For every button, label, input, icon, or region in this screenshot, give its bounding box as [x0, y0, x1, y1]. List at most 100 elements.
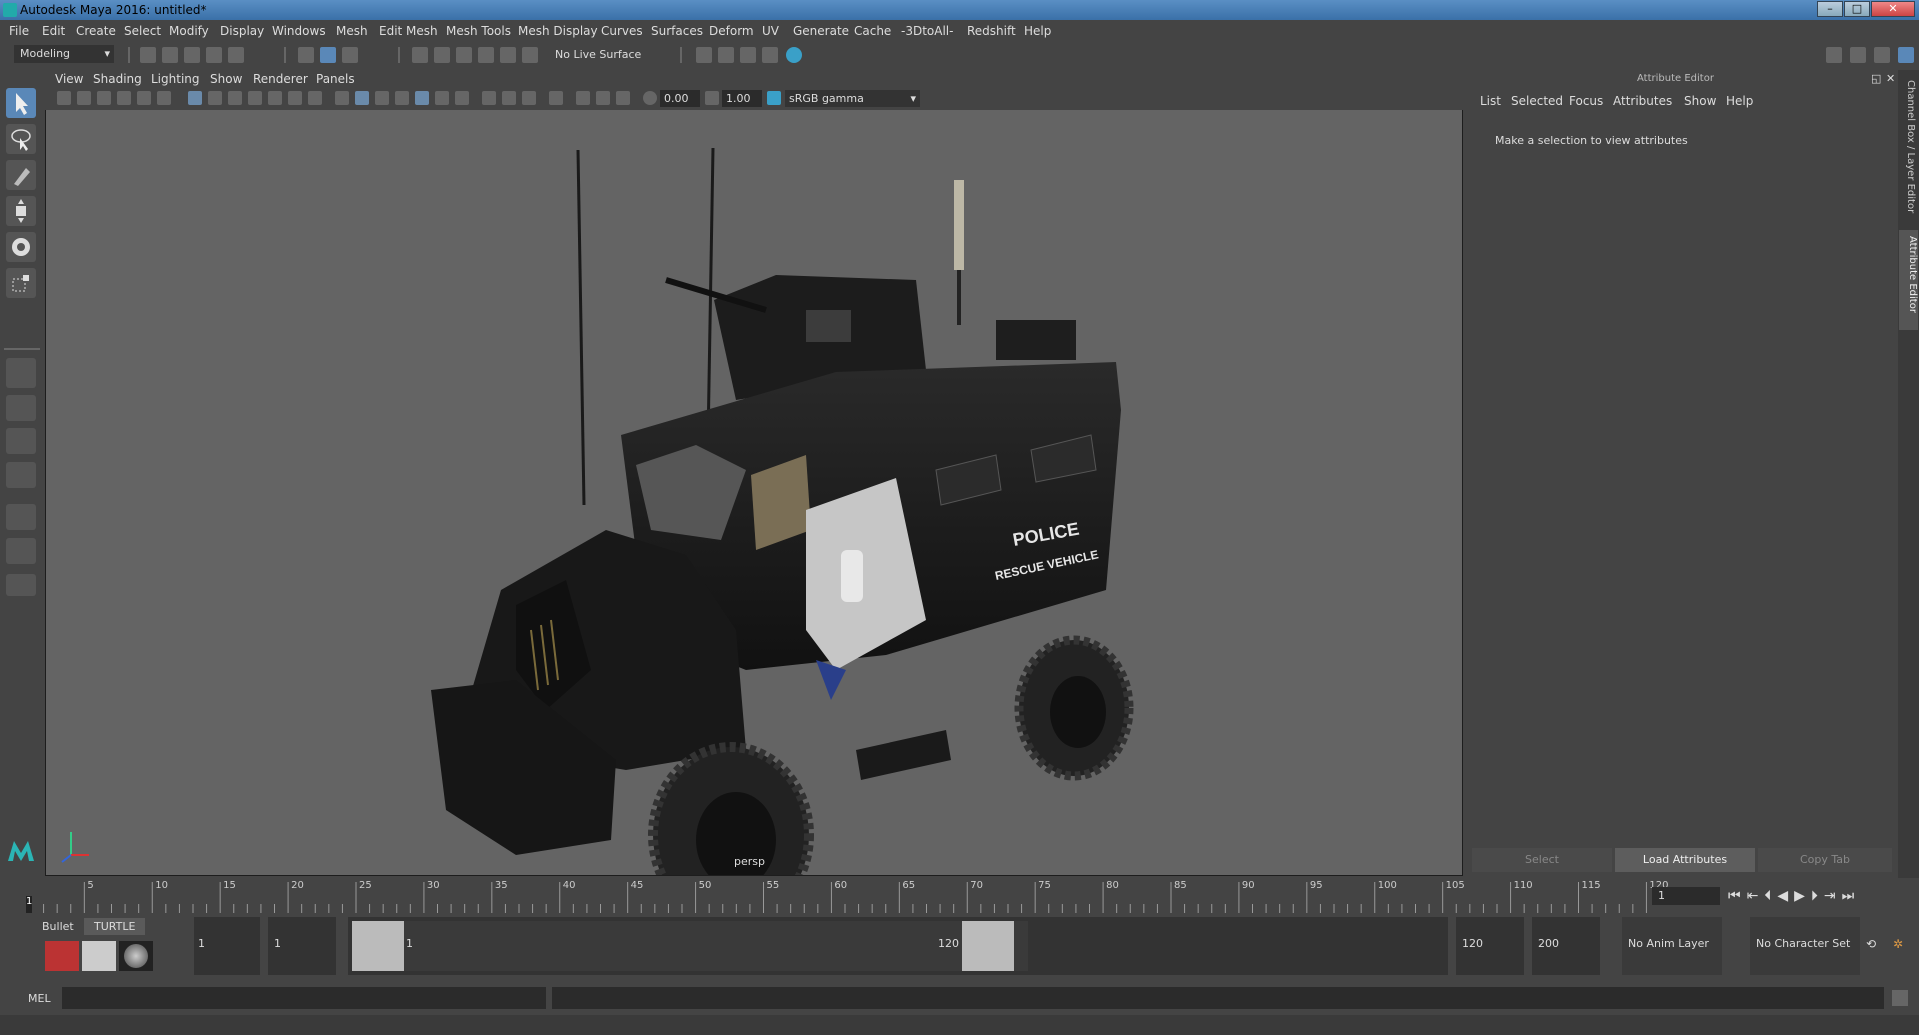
custom-layout-icon[interactable]: [6, 574, 36, 596]
bookmark-icon[interactable]: [97, 91, 111, 105]
menu-display[interactable]: Display: [220, 24, 264, 38]
ae-copy-tab-button[interactable]: Copy Tab: [1758, 848, 1892, 872]
step-forward-frame-icon[interactable]: ⏵: [1811, 888, 1824, 904]
safe-action-icon[interactable]: [288, 91, 302, 105]
menu-set-dropdown[interactable]: Modeling ▾: [14, 45, 114, 63]
range-start-handle[interactable]: [352, 921, 404, 971]
undo-icon[interactable]: [206, 47, 222, 63]
grid-icon[interactable]: [188, 91, 202, 105]
render-frame-icon[interactable]: [718, 47, 734, 63]
play-forward-icon[interactable]: ▶: [1794, 888, 1811, 904]
menu-surfaces[interactable]: Surfaces: [651, 24, 703, 38]
camera-icon[interactable]: [57, 91, 71, 105]
attribute-editor-toggle-icon[interactable]: [1850, 47, 1866, 63]
vp-menu-view[interactable]: View: [55, 72, 83, 86]
menu-curves[interactable]: Curves: [601, 24, 643, 38]
safe-title-icon[interactable]: [308, 91, 322, 105]
persp-outliner-layout-icon[interactable]: [6, 428, 36, 454]
playback-end-field[interactable]: 120: [1456, 917, 1524, 975]
xray-joints-icon[interactable]: [616, 91, 630, 105]
shelf-tab-turtle[interactable]: TURTLE: [84, 918, 146, 935]
script-editor-icon[interactable]: [1892, 990, 1908, 1006]
snap-curve-icon[interactable]: [434, 47, 450, 63]
auto-key-icon[interactable]: ⟲: [1866, 937, 1886, 957]
render-view-icon[interactable]: [762, 47, 778, 63]
step-back-frame-icon[interactable]: ⏴: [1764, 888, 1777, 904]
vp-menu-show[interactable]: Show: [210, 72, 242, 86]
channel-box-tab[interactable]: Channel Box / Layer Editor: [1901, 80, 1916, 230]
menu-edit-mesh[interactable]: Edit Mesh: [379, 24, 438, 38]
go-to-start-icon[interactable]: ⏮: [1728, 888, 1747, 904]
maximize-button[interactable]: □: [1844, 1, 1870, 17]
menu-deform[interactable]: Deform: [709, 24, 754, 38]
time-slider[interactable]: 5 10 15 20 25 30 35 40 45 50 55 60 65 70 75 80 85 90 95 100…: [0, 878, 1919, 913]
ipr-render-icon[interactable]: [740, 47, 756, 63]
persp-graph-layout-icon[interactable]: [6, 462, 36, 488]
play-back-icon[interactable]: ◀: [1777, 888, 1794, 904]
menu-3dtoall[interactable]: -3DtoAll-: [901, 24, 953, 38]
menu-uv[interactable]: UV: [762, 24, 779, 38]
start-time-field[interactable]: 1: [194, 917, 260, 975]
ae-load-attributes-button[interactable]: Load Attributes: [1615, 848, 1755, 872]
motion-blur-icon[interactable]: [502, 91, 516, 105]
exposure-field[interactable]: 0.00: [660, 90, 700, 107]
default-material-icon[interactable]: [375, 91, 389, 105]
screen-space-ao-icon[interactable]: [482, 91, 496, 105]
single-perspective-layout-icon[interactable]: [6, 358, 36, 388]
anti-alias-icon[interactable]: [522, 91, 536, 105]
select-component-icon[interactable]: [342, 47, 358, 63]
two-d-pan-icon[interactable]: [137, 91, 151, 105]
textured-icon[interactable]: [415, 91, 429, 105]
xray-active-icon[interactable]: [596, 91, 610, 105]
xray-icon[interactable]: [576, 91, 590, 105]
save-scene-icon[interactable]: [184, 47, 200, 63]
float-panel-icon[interactable]: ◱: [1871, 72, 1881, 85]
scale-tool-icon[interactable]: [6, 268, 36, 298]
minimize-button[interactable]: –: [1817, 1, 1843, 17]
hypershade-layout-icon[interactable]: [6, 504, 36, 530]
wireframe-icon[interactable]: [335, 91, 349, 105]
ae-select-button[interactable]: Select: [1472, 848, 1612, 872]
redo-icon[interactable]: [228, 47, 244, 63]
gate-mask-icon[interactable]: [248, 91, 262, 105]
resolution-gate-icon[interactable]: [228, 91, 242, 105]
color-management-icon[interactable]: [767, 91, 781, 105]
ae-menu-attributes[interactable]: Attributes: [1613, 94, 1672, 108]
paint-select-icon[interactable]: [6, 160, 36, 190]
lasso-tool-icon[interactable]: [6, 124, 36, 154]
live-surface-label[interactable]: No Live Surface: [555, 48, 641, 61]
four-view-layout-icon[interactable]: [6, 395, 36, 421]
select-object-icon[interactable]: [320, 47, 336, 63]
command-language-label[interactable]: MEL: [28, 992, 51, 1005]
step-forward-key-icon[interactable]: ⇥: [1824, 888, 1842, 904]
ae-menu-focus[interactable]: Focus: [1569, 94, 1603, 108]
film-gate-icon[interactable]: [208, 91, 222, 105]
shelf-tool-material-icon[interactable]: [82, 941, 116, 971]
hypershade-icon[interactable]: [786, 47, 802, 63]
ae-menu-help[interactable]: Help: [1726, 94, 1753, 108]
field-chart-icon[interactable]: [268, 91, 282, 105]
snap-grid-icon[interactable]: [412, 47, 428, 63]
vp-menu-lighting[interactable]: Lighting: [151, 72, 200, 86]
ae-menu-show[interactable]: Show: [1684, 94, 1716, 108]
tool-settings-icon[interactable]: [1874, 47, 1890, 63]
ae-menu-list[interactable]: List: [1480, 94, 1501, 108]
menu-modify[interactable]: Modify: [169, 24, 209, 38]
menu-windows[interactable]: Windows: [272, 24, 326, 38]
attribute-editor-tab[interactable]: Attribute Editor: [1899, 230, 1918, 330]
playback-start-field[interactable]: 1: [268, 917, 336, 975]
isolate-select-icon[interactable]: [549, 91, 563, 105]
move-tool-icon[interactable]: [6, 196, 36, 226]
menu-create[interactable]: Create: [76, 24, 116, 38]
image-plane-icon[interactable]: [117, 91, 131, 105]
view-transform-dropdown[interactable]: sRGB gamma ▾: [785, 90, 920, 107]
character-set-dropdown[interactable]: No Character Set: [1750, 917, 1860, 975]
snap-view-icon[interactable]: [478, 47, 494, 63]
select-hierarchy-icon[interactable]: [298, 47, 314, 63]
new-scene-icon[interactable]: [140, 47, 156, 63]
gamma-field[interactable]: 1.00: [722, 90, 762, 107]
shelf-tool-sphere-icon[interactable]: [119, 941, 153, 971]
select-tool-icon[interactable]: [6, 88, 36, 118]
close-icon[interactable]: ✕: [1886, 72, 1895, 85]
current-frame-field[interactable]: 1: [1652, 887, 1720, 905]
